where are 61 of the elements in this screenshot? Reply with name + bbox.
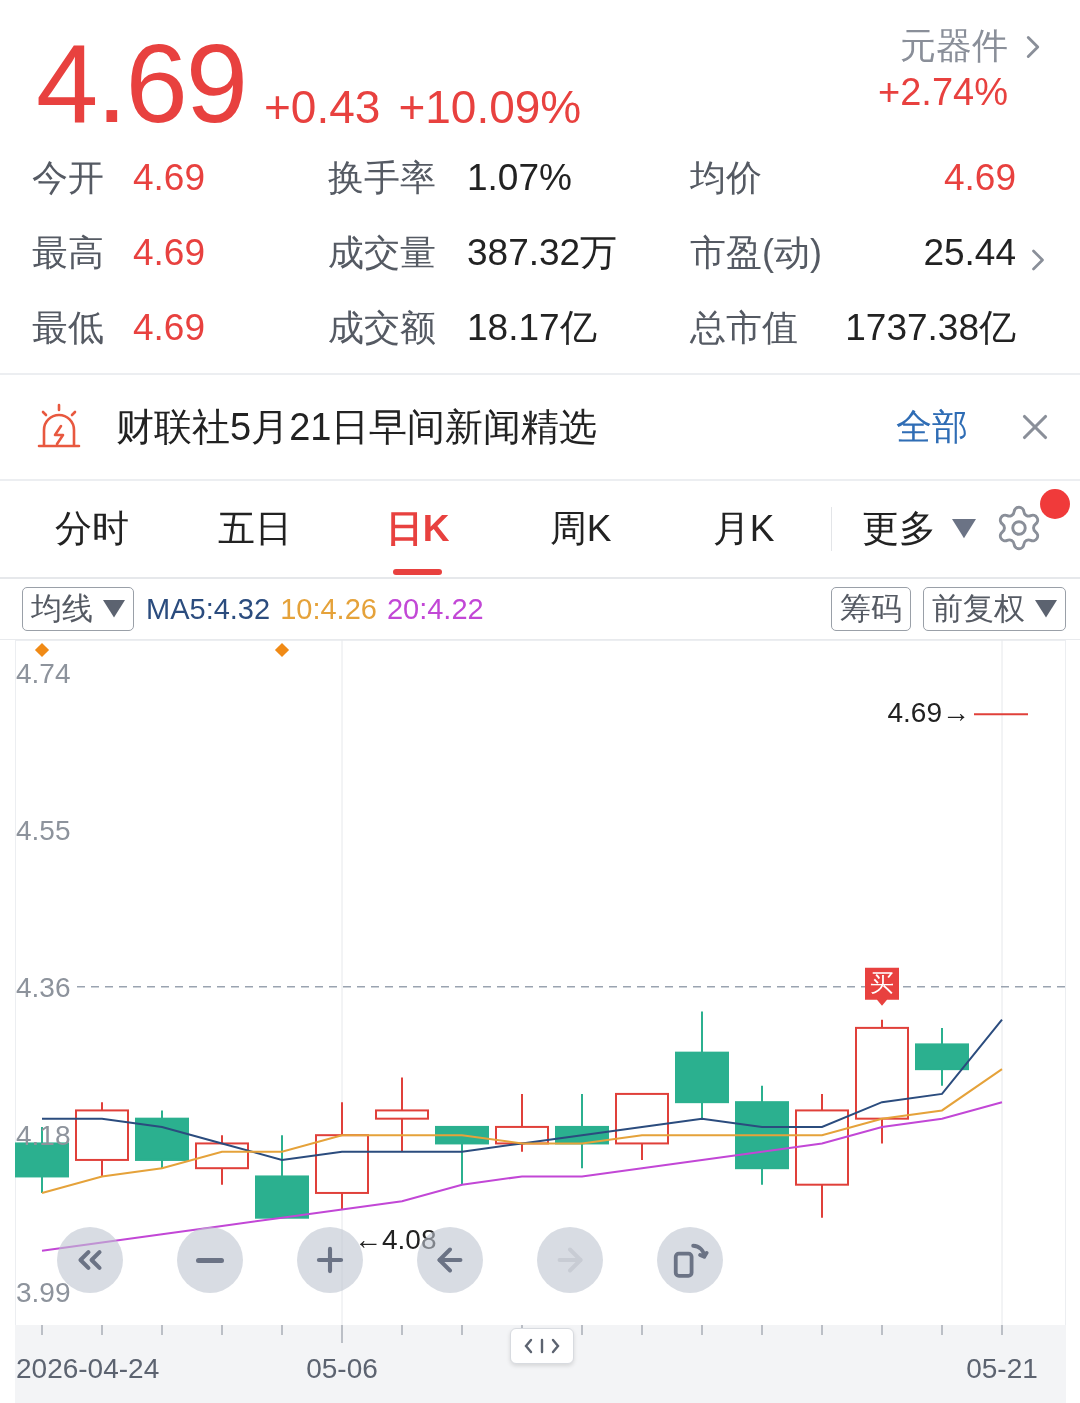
stat-label: 成交量 <box>328 230 436 275</box>
candlestick <box>135 1109 189 1170</box>
all-news-link[interactable]: 全部 <box>896 402 968 452</box>
y-axis-label: 3.99 <box>16 1277 71 1308</box>
stat-label: 成交额 <box>328 305 436 350</box>
annotation: 买 <box>870 968 894 996</box>
date-axis-label: 05-06 <box>306 1353 378 1384</box>
adjust-select[interactable]: 前复权 <box>923 587 1066 631</box>
ma-legend-value: 10:4.26 <box>280 592 377 626</box>
date-axis-label: 05-21 <box>966 1353 1038 1384</box>
stat-value: 4.69 <box>944 155 1016 200</box>
buy-badge: 买 <box>865 967 899 1006</box>
stat-label: 均价 <box>690 155 762 200</box>
y-axis-label: 4.74 <box>16 658 71 689</box>
stat-label: 最低 <box>32 305 104 350</box>
rotate-screen-icon <box>671 1241 709 1279</box>
dropdown-triangle-icon <box>103 600 125 618</box>
ma-legend-value: 20:4.22 <box>386 592 484 626</box>
low-price-label: ←4.08 <box>354 1224 437 1256</box>
stat-label: 换手率 <box>328 155 436 200</box>
dropdown-triangle-icon <box>952 519 976 539</box>
last-price-label: 4.69→ <box>887 696 970 728</box>
period-tab[interactable]: 月K <box>662 481 825 577</box>
stat-value: 1737.38亿 <box>845 305 1016 350</box>
more-dropdown[interactable]: 更多 <box>862 504 976 554</box>
range-handle[interactable] <box>510 1328 574 1364</box>
minus-icon <box>196 1257 224 1263</box>
date-axis-label: 2026-04-24 <box>16 1353 160 1384</box>
ma-select[interactable]: 均线 <box>22 587 134 631</box>
stat-value: 387.32万 <box>467 230 618 275</box>
stat-label: 总市值 <box>690 305 798 350</box>
stat-label: 市盈(动) <box>690 230 822 275</box>
stat-value: 4.69 <box>133 305 205 350</box>
period-tab[interactable]: 五日 <box>173 481 336 577</box>
stat-value: 18.17亿 <box>467 305 597 350</box>
chips-button[interactable]: 筹码 <box>831 587 911 631</box>
candlestick <box>615 1092 669 1161</box>
sector-change: +2.74% <box>878 71 1008 114</box>
price-change: +0.43 <box>264 80 381 135</box>
stat-value: 25.44 <box>923 230 1016 275</box>
candlestick <box>195 1134 249 1186</box>
dropdown-triangle-icon <box>1035 600 1057 618</box>
candlestick <box>915 1026 969 1087</box>
period-tab[interactable]: 周K <box>499 481 662 577</box>
ma-legend-value: MA5:4.32 <box>146 592 271 626</box>
period-tab[interactable]: 日K <box>336 481 499 577</box>
stat-value: 4.69 <box>133 230 205 275</box>
stat-label: 今开 <box>32 155 104 200</box>
stat-label: 最高 <box>32 230 104 275</box>
y-axis-label: 4.55 <box>16 814 71 846</box>
stat-value: 1.07% <box>467 155 572 200</box>
percent-change: +10.09% <box>398 80 582 135</box>
y-axis-label: 4.36 <box>16 971 71 1003</box>
period-tab[interactable]: 分时 <box>10 481 173 577</box>
last-price-line <box>973 713 1029 716</box>
news-headline[interactable]: 财联社5月21日早间新闻精选 <box>116 401 896 453</box>
candlestick <box>495 1092 549 1153</box>
candlestick <box>435 1125 489 1186</box>
stat-value: 4.69 <box>133 155 205 200</box>
drag-handle-icon <box>522 1336 562 1356</box>
current-price: 4.69 <box>36 28 246 140</box>
